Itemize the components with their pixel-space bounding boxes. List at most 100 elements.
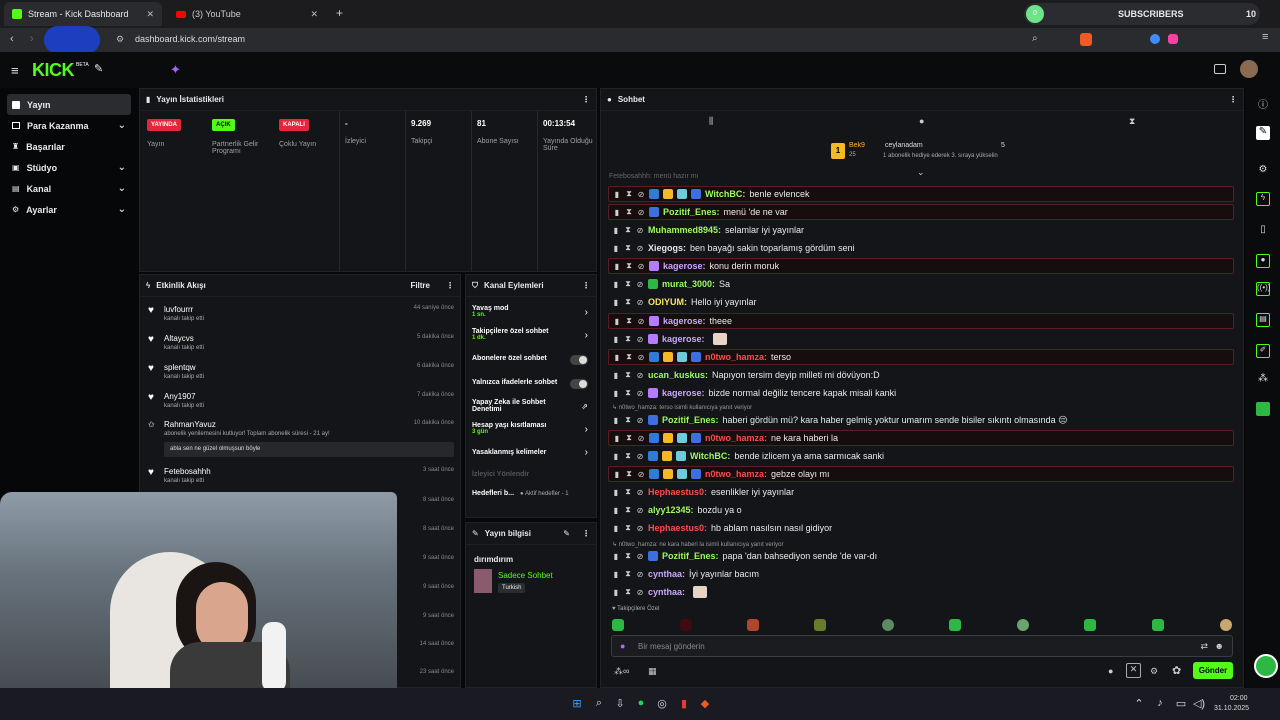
- action-goals[interactable]: Hedefleri b... ● Aktif hedefler - 1: [472, 490, 596, 497]
- ban-icon[interactable]: ⊘: [636, 552, 644, 561]
- chat-message[interactable]: ▮ ⧗ ⊘ WitchBC: bende izlicem ya ama sarmıcak…: [608, 448, 1234, 464]
- ban-icon[interactable]: ⊘: [637, 434, 645, 443]
- document-icon[interactable]: ▯: [1256, 224, 1270, 238]
- translate-icon[interactable]: ⇄: [1200, 641, 1208, 652]
- info-icon[interactable]: ⓘ: [1256, 96, 1270, 111]
- ban-icon[interactable]: ⊘: [636, 524, 644, 533]
- delete-icon[interactable]: ▮: [612, 226, 620, 235]
- extension-icon[interactable]: [1150, 34, 1160, 44]
- timeout-icon[interactable]: ⧗: [624, 551, 632, 561]
- zoom-icon[interactable]: ⌕: [1032, 33, 1038, 44]
- wrench-icon[interactable]: ✐: [1256, 344, 1270, 358]
- bolt-icon[interactable]: ϟ: [1256, 192, 1270, 206]
- chat-username[interactable]: alyy12345:: [648, 505, 694, 515]
- ban-icon[interactable]: ⊘: [636, 488, 644, 497]
- action-ai-moderation[interactable]: Yapay Zeka ile Sohbet Denetimi: [472, 399, 572, 413]
- timeout-icon[interactable]: ⧗: [625, 352, 633, 362]
- emote[interactable]: [747, 619, 759, 631]
- tab-youtube[interactable]: (3) YouTube ✕: [168, 2, 326, 26]
- emote-only-toggle[interactable]: [570, 379, 588, 389]
- more-options-icon[interactable]: ⋮: [582, 95, 590, 104]
- chat-message[interactable]: ▮ ⧗ ⊘ Hephaestus0: esenlikler iyi yayınlar: [608, 484, 1234, 500]
- chat-bubble-icon[interactable]: ●: [1108, 666, 1113, 676]
- timeout-icon[interactable]: ⧗: [624, 505, 632, 515]
- mute-icon[interactable]: ✕: [1126, 663, 1141, 678]
- forward-icon[interactable]: ›: [30, 33, 34, 45]
- layout-icon[interactable]: ▤: [1256, 313, 1270, 327]
- chat-username[interactable]: cynthaa:: [648, 587, 685, 597]
- timeout-icon[interactable]: ⧗: [624, 451, 632, 461]
- gift-icon[interactable]: ✿: [1172, 664, 1181, 677]
- timeout-icon[interactable]: ⧗: [625, 261, 633, 271]
- emote[interactable]: [814, 619, 826, 631]
- download-icon[interactable]: ⇩: [613, 697, 627, 711]
- avatar[interactable]: [1240, 60, 1258, 78]
- ban-icon[interactable]: ⊘: [636, 506, 644, 515]
- chat-message[interactable]: ▮ ⧗ ⊘ kagerose: bizde normal değiliz tencere…: [608, 385, 1234, 401]
- microphone-icon[interactable]: ●: [620, 641, 625, 651]
- chat-message[interactable]: ▮ ⧗ ⊘ Pozitif_Enes: papa 'dan bahsediyon sen…: [608, 548, 1234, 564]
- search-icon[interactable]: ⌕: [592, 697, 606, 711]
- emote[interactable]: [1220, 619, 1232, 631]
- top-gifter-name[interactable]: Bek9: [849, 142, 865, 149]
- event-user[interactable]: RahmanYavuz: [164, 420, 216, 429]
- brave-shield-icon[interactable]: [1080, 33, 1092, 46]
- ban-icon[interactable]: ⊘: [636, 280, 644, 289]
- ban-icon[interactable]: ⊘: [636, 570, 644, 579]
- chat-message[interactable]: ▮ ⧗ ⊘ ODIYUM: Hello iyi yayınlar: [608, 294, 1234, 310]
- site-info-icon[interactable]: ⚙: [116, 34, 124, 45]
- ban-icon[interactable]: ⊘: [636, 226, 644, 235]
- ban-icon[interactable]: ⊘: [636, 416, 644, 425]
- chat-message[interactable]: ▮ ⧗ ⊘ cynthaa:: [608, 584, 1234, 600]
- ban-icon[interactable]: ⊘: [637, 317, 645, 326]
- emote[interactable]: [612, 619, 624, 631]
- chat-username[interactable]: murat_3000:: [662, 279, 715, 289]
- chat-username[interactable]: Hephaestus0:: [648, 487, 707, 497]
- delete-icon[interactable]: ▮: [613, 190, 621, 199]
- delete-icon[interactable]: ▮: [612, 335, 620, 344]
- emote[interactable]: [882, 619, 894, 631]
- pencil-icon[interactable]: ✎: [1256, 126, 1270, 140]
- chat-message[interactable]: ▮ ⧗ ⊘ n0two_hamza: ne kara haberi la: [608, 430, 1234, 446]
- more-options-icon[interactable]: ⋮: [582, 281, 590, 290]
- network-icon[interactable]: ▭: [1174, 697, 1188, 711]
- chat-message[interactable]: ▮ ⧗ ⊘ WitchBC: benle evlencek: [608, 186, 1234, 202]
- chat-message[interactable]: ▮ ⧗ ⊘ alyy12345: bozdu ya o: [608, 502, 1234, 518]
- hammer-icon[interactable]: ✎: [94, 62, 103, 75]
- chat-username[interactable]: kagerose:: [663, 316, 706, 326]
- delete-icon[interactable]: ▮: [612, 298, 620, 307]
- chat-username[interactable]: n0two_hamza:: [705, 433, 767, 443]
- chevron-right-icon[interactable]: ›: [585, 330, 588, 341]
- chat-message[interactable]: ▮ ⧗ ⊘ Hephaestus0: hb ablam nasılsın nasıl g…: [608, 520, 1234, 536]
- chat-message[interactable]: ▮ ⧗ ⊘ Pozitif_Enes: menü 'de ne var: [608, 204, 1234, 220]
- chat-message[interactable]: ▮ ⧗ ⊘ kagerose: theee: [608, 313, 1234, 329]
- timeout-icon[interactable]: ⧗: [624, 370, 632, 380]
- gear-icon[interactable]: ⚙: [1150, 666, 1158, 677]
- sidebar-item-yayin[interactable]: Yayın: [7, 94, 131, 115]
- chat-username[interactable]: kagerose:: [662, 334, 705, 344]
- delete-icon[interactable]: ▮: [613, 208, 621, 217]
- kick-logo[interactable]: KICK: [32, 60, 75, 81]
- send-button[interactable]: Gönder: [1193, 662, 1233, 679]
- chat-username[interactable]: n0two_hamza:: [705, 352, 767, 362]
- emote[interactable]: [1152, 619, 1164, 631]
- chat-message[interactable]: ▮ ⧗ ⊘ n0two_hamza: terso: [608, 349, 1234, 365]
- delete-icon[interactable]: ▮: [612, 524, 620, 533]
- brave-icon[interactable]: ◆: [698, 697, 712, 711]
- timeout-icon[interactable]: ⧗: [624, 297, 632, 307]
- timeout-icon[interactable]: ⧗: [624, 415, 632, 425]
- broadcast-icon[interactable]: ((•)): [1256, 282, 1270, 296]
- delete-icon[interactable]: ▮: [612, 244, 620, 253]
- chat-message[interactable]: ▮ ⧗ ⊘ Muhammed8945: selamlar iyi yayınlar: [608, 222, 1234, 238]
- clock-time[interactable]: 02:00: [1230, 695, 1248, 702]
- action-slow-mode[interactable]: Yavaş mod 1 sn.: [472, 305, 596, 318]
- event-user[interactable]: splentqw: [164, 363, 196, 372]
- subscribers-only-toggle[interactable]: [570, 355, 588, 365]
- clock-date[interactable]: 31.10.2025: [1214, 705, 1249, 712]
- sidebar-item-para-kazanma[interactable]: Para Kazanma ⌄: [7, 115, 131, 136]
- timeout-icon[interactable]: ⧗: [625, 316, 633, 326]
- layout-icon[interactable]: [1214, 64, 1226, 74]
- more-options-icon[interactable]: ⋮: [1229, 95, 1237, 104]
- delete-icon[interactable]: ▮: [613, 317, 621, 326]
- delete-icon[interactable]: ▮: [612, 452, 620, 461]
